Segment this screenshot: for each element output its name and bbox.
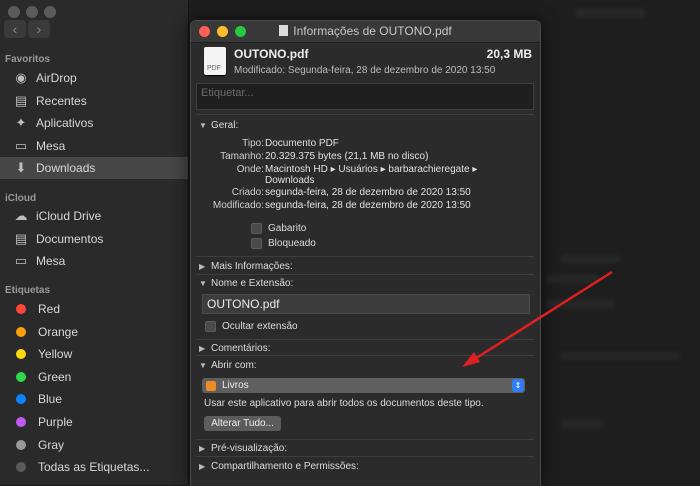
annotation-arrow bbox=[462, 270, 613, 367]
